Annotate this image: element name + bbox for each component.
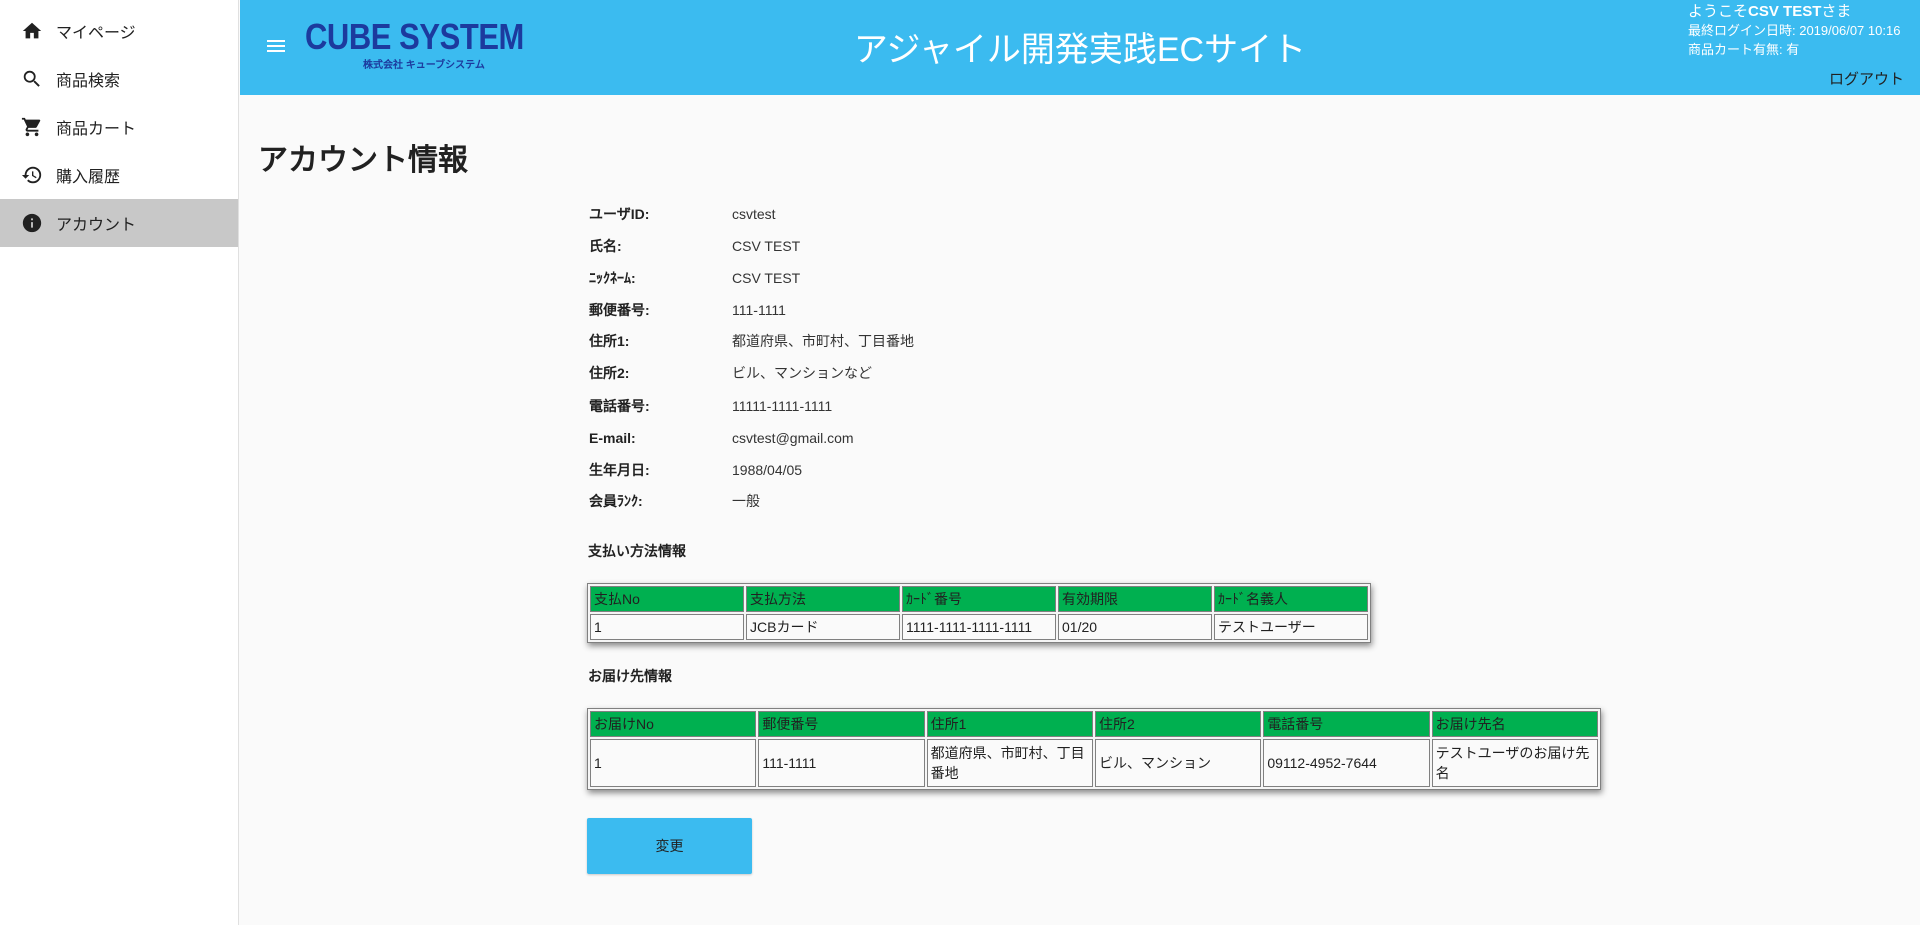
sidebar-item-mypage[interactable]: マイページ (0, 7, 238, 55)
logo-subtext: 株式会社 キューブシステム (363, 60, 485, 71)
table-header-cell: お届け先名 (1431, 711, 1598, 737)
table-cell: ビル、マンション (1094, 739, 1262, 787)
welcome-message: ようこそCSV TESTさま (1688, 3, 1852, 20)
table-header-cell: お届けNo (590, 711, 757, 737)
table-header-cell: ｶｰﾄﾞ名義人 (1214, 586, 1368, 612)
info-label: 郵便番号: (589, 302, 650, 318)
table-header-cell: ｶｰﾄﾞ番号 (902, 586, 1056, 612)
table-header-cell: 支払方法 (746, 586, 900, 612)
user-name: CSV TEST (1748, 3, 1822, 20)
menu-icon[interactable] (264, 34, 288, 58)
info-label: 氏名: (589, 238, 622, 254)
info-label: 住所1: (589, 333, 630, 349)
table-cell: 1 (590, 739, 757, 787)
sidebar-item-label: 商品検索 (56, 73, 121, 90)
table-cell: テストユーザのお届け先名 (1431, 739, 1598, 787)
info-row-birthdate: 生年月日: 1988/04/05 (589, 460, 802, 480)
info-value: csvtest (732, 206, 776, 222)
table-header-cell: 有効期限 (1058, 586, 1212, 612)
info-row-member-rank: 会員ﾗﾝｸ: 一般 (589, 491, 760, 511)
info-label: 生年月日: (589, 462, 650, 478)
info-value: ビル、マンションなど (732, 365, 872, 381)
sidebar-item-label: 購入履歴 (56, 169, 121, 186)
table-cell: 01/20 (1058, 614, 1212, 640)
info-label: E-mail: (589, 430, 636, 446)
payment-table: 支払No 支払方法 ｶｰﾄﾞ番号 有効期限 ｶｰﾄﾞ名義人 1 JCBカード 1… (587, 583, 1371, 643)
info-value: CSV TEST (732, 270, 801, 286)
change-button[interactable]: 変更 (587, 818, 752, 874)
table-header-cell: 住所2 (1094, 711, 1262, 737)
info-value: 一般 (732, 493, 760, 509)
info-value: 111-1111 (732, 302, 786, 318)
table-cell: JCBカード (746, 614, 900, 640)
table-header-cell: 電話番号 (1263, 711, 1430, 737)
info-label: 住所2: (589, 365, 630, 381)
table-cell: 1111-1111-1111-1111 (902, 614, 1056, 640)
info-row-user-id: ユーザID: csvtest (589, 204, 776, 224)
table-cell: 111-1111 (758, 739, 925, 787)
logout-link[interactable]: ログアウト (1829, 68, 1904, 89)
sidebar-item-search[interactable]: 商品検索 (0, 55, 238, 103)
info-label: ユーザID: (589, 206, 650, 222)
info-row-name: 氏名: CSV TEST (589, 236, 800, 256)
sidebar-item-cart[interactable]: 商品カート (0, 103, 238, 151)
delivery-table: お届けNo 郵便番号 住所1 住所2 電話番号 お届け先名 1 111-1111… (587, 708, 1601, 790)
info-label: 電話番号: (589, 398, 650, 414)
sidebar-item-history[interactable]: 購入履歴 (0, 151, 238, 199)
last-login: 最終ログイン日時: 2019/06/07 10:16 (1688, 23, 1901, 38)
history-icon (20, 163, 44, 187)
search-icon (20, 67, 44, 91)
info-label: 会員ﾗﾝｸ: (589, 493, 643, 509)
info-row-nickname: ﾆｯｸﾈｰﾑ: CSV TEST (589, 268, 800, 288)
info-value: 都道府県、市町村、丁目番地 (732, 333, 914, 349)
cart-status: 商品カート有無: 有 (1688, 42, 1800, 57)
table-header-row: お届けNo 郵便番号 住所1 住所2 電話番号 お届け先名 (590, 711, 1598, 737)
sidebar-item-label: マイページ (56, 25, 136, 42)
info-icon (20, 211, 44, 235)
table-row: 1 111-1111 都道府県、市町村、丁目番地 ビル、マンション 09112-… (590, 739, 1598, 787)
info-label: ﾆｯｸﾈｰﾑ: (589, 270, 636, 286)
sidebar-item-account[interactable]: アカウント (0, 199, 238, 247)
table-header-cell: 住所1 (926, 711, 1093, 737)
home-icon (20, 19, 44, 43)
table-cell: 1 (590, 614, 744, 640)
logo-text: CUBE SYSTEM (305, 16, 524, 57)
table-cell: 09112-4952-7644 (1263, 739, 1430, 787)
info-row-address2: 住所2: ビル、マンションなど (589, 363, 872, 383)
info-row-phone: 電話番号: 11111-1111-1111 (589, 396, 832, 416)
table-cell: 都道府県、市町村、丁目番地 (926, 739, 1093, 787)
sidebar-item-label: アカウント (56, 217, 137, 234)
info-row-postal-code: 郵便番号: 111-1111 (589, 300, 786, 320)
app-header: アジャイル開発実践ECサイト CUBE SYSTEM 株式会社 キューブシステム… (240, 0, 1920, 95)
table-cell: テストユーザー (1214, 614, 1368, 640)
table-header-cell: 支払No (590, 586, 744, 612)
info-value: CSV TEST (732, 238, 801, 254)
delivery-section-title: お届け先情報 (588, 668, 672, 684)
sidebar-item-label: 商品カート (56, 121, 137, 138)
page-title: アカウント情報 (258, 144, 468, 177)
info-row-address1: 住所1: 都道府県、市町村、丁目番地 (589, 331, 914, 351)
table-header-cell: 郵便番号 (758, 711, 925, 737)
cart-icon (20, 115, 44, 139)
table-row: 1 JCBカード 1111-1111-1111-1111 01/20 テストユー… (590, 614, 1368, 640)
table-header-row: 支払No 支払方法 ｶｰﾄﾞ番号 有効期限 ｶｰﾄﾞ名義人 (590, 586, 1368, 612)
info-value: 1988/04/05 (732, 462, 803, 478)
company-logo: CUBE SYSTEM 株式会社 キューブシステム (305, 16, 524, 74)
info-row-email: E-mail: csvtest@gmail.com (589, 428, 854, 448)
info-value: csvtest@gmail.com (732, 430, 854, 446)
info-value: 11111-1111-1111 (732, 398, 833, 414)
sidebar: マイページ 商品検索 商品カート 購入履歴 アカウント (0, 0, 239, 925)
payment-section-title: 支払い方法情報 (588, 543, 686, 559)
user-info: ようこそCSV TESTさま 最終ログイン日時: 2019/06/07 10:1… (1688, 2, 1900, 59)
